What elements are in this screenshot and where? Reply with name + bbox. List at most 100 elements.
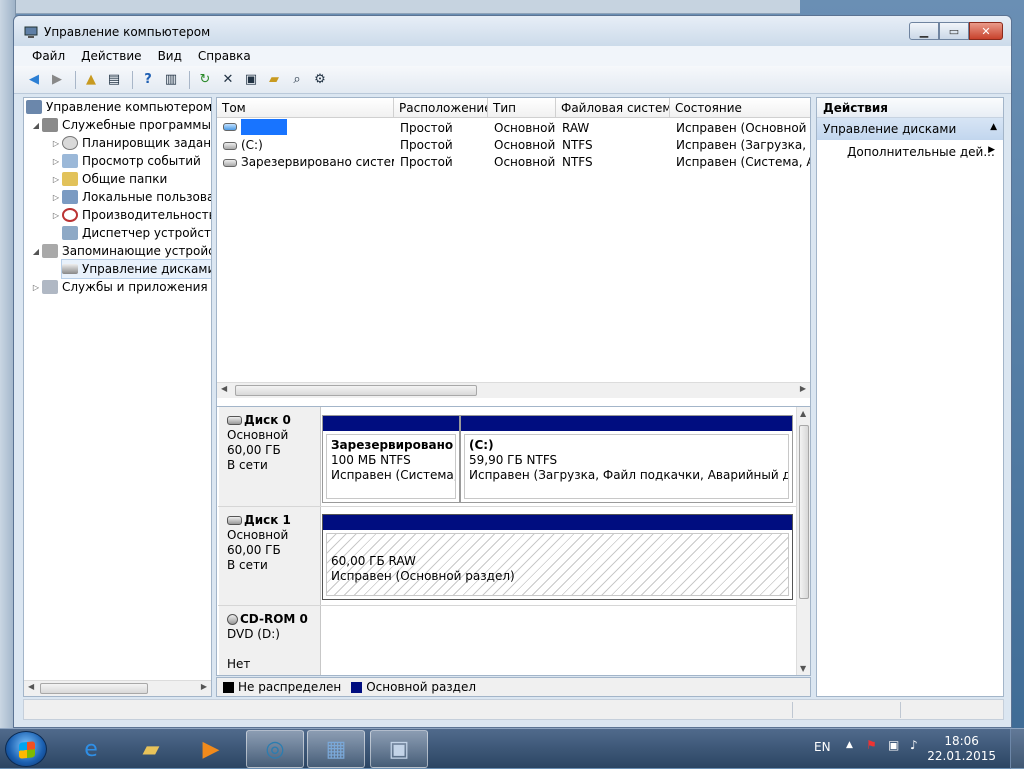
window-title: Управление компьютером — [44, 25, 211, 39]
settings-icon[interactable]: ⚙ — [310, 70, 330, 90]
disk0-label[interactable]: Диск 0 Основной 60,00 ГБ В сети — [219, 407, 321, 506]
expand-arrow-icon[interactable]: ▷ — [30, 283, 42, 292]
collapse-arrow-icon[interactable]: ◢ — [30, 247, 42, 256]
tree-item-root[interactable]: Управление компьютером (л — [26, 98, 212, 116]
forward-arrow-icon[interactable]: ▶ — [47, 70, 67, 90]
performance-icon — [62, 208, 78, 222]
scrollbar-thumb[interactable] — [40, 683, 148, 694]
taskbar-explorer[interactable]: ▰ — [122, 730, 180, 768]
tree-item-label: Управление компьютером (л — [46, 100, 212, 114]
clock-time: 18:06 — [944, 734, 979, 748]
tree-item-disk-management[interactable]: Управление дисками — [60, 259, 211, 279]
show-action-pane-icon[interactable]: ▥ — [161, 70, 181, 90]
expand-arrow-icon[interactable]: ▷ — [50, 193, 62, 202]
menu-file[interactable]: Файл — [24, 46, 73, 66]
scrollbar-thumb[interactable] — [799, 425, 809, 599]
disk-row-cdrom[interactable]: CD-ROM 0 DVD (D:) Нет носителя — [218, 606, 796, 675]
volume-icon[interactable]: ♪ — [910, 738, 918, 752]
disk1-label[interactable]: Диск 1 Основной 60,00 ГБ В сети — [219, 507, 321, 605]
help-icon[interactable]: ? — [138, 70, 158, 90]
scroll-left-icon[interactable]: ◀ — [28, 682, 34, 691]
expand-arrow-icon[interactable]: ▷ — [50, 157, 62, 166]
status-divider — [900, 702, 901, 718]
back-arrow-icon[interactable]: ◀ — [24, 70, 44, 90]
scroll-up-icon[interactable]: ▲ — [800, 409, 806, 418]
scroll-right-icon[interactable]: ▶ — [201, 682, 207, 691]
expand-arrow-icon[interactable]: ▷ — [50, 139, 62, 148]
scroll-down-icon[interactable]: ▼ — [800, 664, 806, 673]
cdrom-label[interactable]: CD-ROM 0 DVD (D:) Нет носителя — [219, 606, 321, 675]
actions-section-disk-management[interactable]: Управление дисками ▲ — [817, 118, 1003, 140]
network-icon[interactable]: ▣ — [888, 738, 899, 752]
device-manager-icon — [62, 226, 78, 240]
tree-horizontal-scrollbar[interactable]: ◀ ▶ — [24, 680, 211, 696]
show-tree-icon[interactable]: ▤ — [104, 70, 124, 90]
more-actions-item[interactable]: Дополнительные дей... ▶ — [817, 140, 1003, 164]
delete-icon[interactable]: ✕ — [218, 70, 238, 90]
cell-filesystem: RAW — [562, 121, 590, 135]
language-indicator[interactable]: EN — [814, 740, 831, 754]
properties-icon[interactable]: ▣ — [241, 70, 261, 90]
scrollbar-thumb[interactable] — [235, 385, 477, 396]
scroll-right-icon[interactable]: ▶ — [800, 384, 806, 393]
column-header-type[interactable]: Тип — [488, 98, 556, 118]
tree-item-performance[interactable]: ▷ Производительность — [50, 206, 212, 224]
expand-arrow-icon[interactable]: ▷ — [50, 211, 62, 220]
disk-map-vertical-scrollbar[interactable]: ▲ ▼ — [796, 407, 810, 675]
taskbar-app-2[interactable]: ▦ — [307, 730, 365, 768]
status-bar — [23, 699, 1004, 720]
start-button[interactable] — [5, 731, 47, 767]
taskbar-computer-management[interactable]: ▣ — [370, 730, 428, 768]
partition-system-reserved[interactable]: Зарезервировано си 100 МБ NTFS Исправен … — [322, 415, 460, 503]
column-header-volume[interactable]: Том — [217, 98, 394, 118]
maximize-button[interactable]: ▭ — [939, 22, 969, 40]
up-folder-icon[interactable]: ▲ — [81, 70, 101, 90]
action-center-icon[interactable]: ⚑ — [866, 738, 877, 752]
show-desktop-button[interactable] — [1010, 729, 1024, 769]
collapse-up-icon[interactable]: ▲ — [990, 122, 997, 132]
tree-item-events[interactable]: ▷ Просмотр событий — [50, 152, 201, 170]
refresh-icon[interactable]: ↻ — [195, 70, 215, 90]
folder-icon: ▰ — [142, 736, 160, 762]
drive-icon — [223, 123, 237, 131]
tree-item-label: Производительность — [82, 208, 212, 222]
tree-item-system-tools[interactable]: ◢ Служебные программы — [30, 116, 211, 134]
column-header-filesystem[interactable]: Файловая система — [556, 98, 670, 118]
app-icon: ◎ — [265, 736, 285, 762]
partition-raw[interactable]: 60,00 ГБ RAW Исправен (Основной раздел) — [322, 514, 793, 600]
tree-item-device-manager[interactable]: Диспетчер устройств — [62, 224, 211, 242]
open-folder-icon[interactable]: ▰ — [264, 70, 284, 90]
close-button[interactable]: ✕ — [969, 22, 1003, 40]
search-icon[interactable]: ⌕ — [287, 70, 307, 90]
internet-explorer-icon: e — [84, 736, 98, 762]
column-header-layout[interactable]: Расположение — [394, 98, 488, 118]
tree-item-services[interactable]: ▷ Службы и приложения — [30, 278, 208, 296]
clock[interactable]: 18:06 22.01.2015 — [927, 734, 996, 764]
expand-arrow-icon[interactable]: ▷ — [50, 175, 62, 184]
menu-help[interactable]: Справка — [190, 46, 259, 66]
tree-item-storage[interactable]: ◢ Запоминающие устройств — [30, 242, 211, 260]
menu-view[interactable]: Вид — [150, 46, 190, 66]
show-hidden-icons-icon[interactable]: ▲ — [846, 740, 853, 750]
collapse-arrow-icon[interactable]: ◢ — [30, 121, 42, 130]
scroll-left-icon[interactable]: ◀ — [221, 384, 227, 393]
minimize-button[interactable]: ▁ — [909, 22, 939, 40]
menu-action[interactable]: Действие — [73, 46, 149, 66]
disk-row-disk1[interactable]: Диск 1 Основной 60,00 ГБ В сети 60,00 ГБ… — [218, 507, 796, 606]
menu-bar: Файл Действие Вид Справка — [14, 46, 1011, 66]
disk-row-disk0[interactable]: Диск 0 Основной 60,00 ГБ В сети Зарезерв… — [218, 407, 796, 507]
tree-item-label: Службы и приложения — [62, 280, 208, 294]
tree-item-shared-folders[interactable]: ▷ Общие папки — [50, 170, 167, 188]
cell-status: Исправен (Основной раз — [676, 121, 810, 135]
volume-list-horizontal-scrollbar[interactable]: ◀ ▶ — [217, 382, 810, 398]
tree-item-scheduler[interactable]: ▷ Планировщик заданий — [50, 134, 211, 152]
shared-folder-icon — [62, 172, 78, 186]
taskbar-media-player[interactable]: ▶ — [182, 730, 240, 768]
tree-item-local-users[interactable]: ▷ Локальные пользовате — [50, 188, 211, 206]
taskbar-app-1[interactable]: ◎ — [246, 730, 304, 768]
column-header-status[interactable]: Состояние — [670, 98, 810, 118]
partition-c-drive[interactable]: (C:) 59,90 ГБ NTFS Исправен (Загрузка, Ф… — [460, 415, 793, 503]
title-bar[interactable]: Управление компьютером ▁ ▭ ✕ — [14, 16, 1011, 46]
disk-legend: Не распределен Основной раздел — [216, 677, 811, 697]
taskbar-internet-explorer[interactable]: e — [62, 730, 120, 768]
